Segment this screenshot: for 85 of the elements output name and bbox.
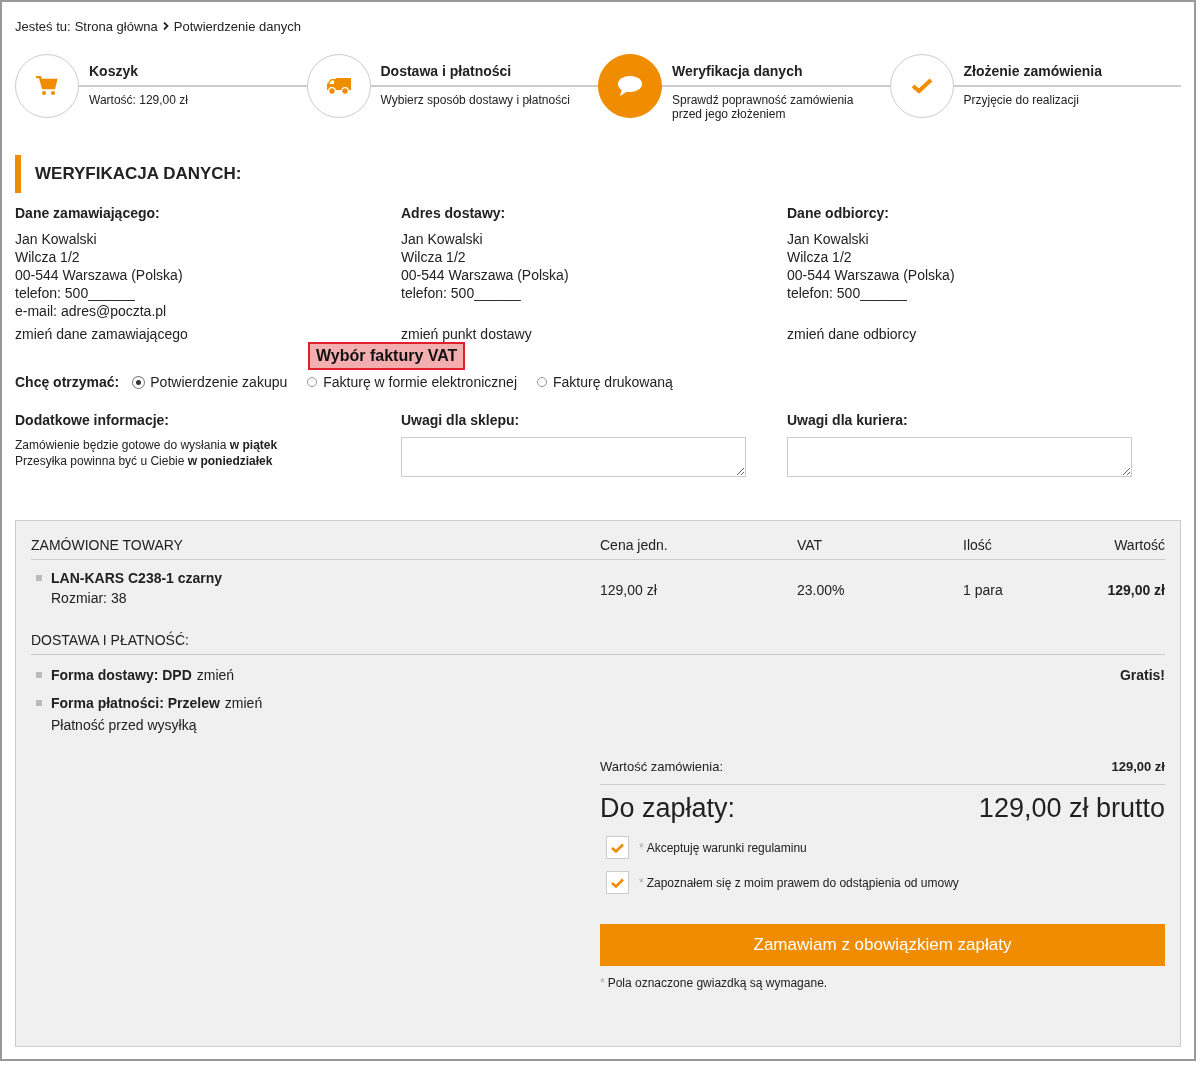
bullet-icon bbox=[36, 700, 42, 706]
total-label: Wartość zamówienia: bbox=[600, 759, 724, 774]
invoice-option[interactable]: Fakturę w formie elektronicznej bbox=[307, 374, 517, 390]
checkbox[interactable] bbox=[606, 871, 629, 894]
product-name: LAN-KARS C238-1 czarny bbox=[51, 570, 223, 586]
cart-icon bbox=[36, 76, 58, 96]
invoice-option[interactable]: Potwierdzenie zakupu bbox=[133, 374, 288, 390]
address-line: Jan Kowalski bbox=[15, 230, 98, 248]
delivery-option: Forma płatności: Przelew bbox=[51, 695, 220, 711]
breadcrumb-label: Jesteś tu: bbox=[15, 18, 71, 34]
due-amount: 129,00 zł brutto bbox=[978, 793, 1165, 824]
notes-heading: Uwagi dla sklepu: bbox=[401, 412, 521, 428]
step-subtitle: Przyjęcie do realizacji bbox=[963, 93, 1080, 107]
table-cell-text: 129,00 zł bbox=[600, 582, 658, 598]
annotation-label: Wybór faktury VAT bbox=[308, 342, 466, 370]
step-title: Dostawa i płatności bbox=[380, 63, 512, 79]
change-link[interactable]: zmień punkt dostawy bbox=[401, 326, 532, 342]
step-subtitle: Wartość: 129,00 zł bbox=[89, 93, 189, 107]
address-line: Wilcza 1/2 bbox=[15, 248, 81, 266]
checkbox[interactable] bbox=[606, 836, 629, 859]
consent-label: Akceptuję warunki regulaminu bbox=[646, 840, 807, 855]
table-cell-text: 23.00% bbox=[797, 582, 846, 598]
notes-field[interactable] bbox=[401, 437, 746, 477]
required-mark: * bbox=[600, 976, 605, 990]
section-title: WERYFIKACJA DANYCH: bbox=[15, 155, 1181, 193]
column-header: VAT bbox=[797, 537, 824, 553]
truck-icon bbox=[326, 77, 351, 95]
address-line: 00-544 Warszawa (Polska) bbox=[787, 266, 956, 284]
column-header: Wartość bbox=[1113, 537, 1165, 553]
check-icon bbox=[611, 842, 624, 853]
breadcrumb-link[interactable]: Potwierdzenie danych bbox=[173, 18, 301, 34]
step-subtitle: Sprawdź poprawność zamówienia przed jego złożeniem bbox=[672, 93, 855, 121]
address-line: Jan Kowalski bbox=[401, 230, 484, 248]
required-note: Pola oznaczone gwiazdką są wymagane. bbox=[607, 976, 828, 990]
info-text: Zamówienie będzie gotowe do wysłania w piątek bbox=[15, 437, 279, 453]
payment-detail: Płatność przed wysyłką bbox=[51, 717, 198, 733]
step-subtitle: Wybierz sposób dostawy i płatności bbox=[380, 93, 571, 107]
change-link[interactable]: zmień bbox=[196, 667, 235, 683]
info-heading: Dodatkowe informacje: bbox=[15, 412, 171, 428]
column-header: ZAMÓWIONE TOWARY bbox=[31, 537, 184, 553]
address-heading: Dane odbiorcy: bbox=[787, 205, 890, 221]
breadcrumb-link[interactable]: Strona główna bbox=[74, 18, 158, 34]
address-line: telefon: 500______ bbox=[15, 284, 136, 302]
required-mark: * bbox=[639, 875, 644, 890]
receive-label: Chcę otrzymać: bbox=[15, 374, 120, 390]
due-label: Do zapłaty: bbox=[600, 793, 736, 824]
address-line: telefon: 500______ bbox=[401, 284, 522, 302]
address-line: Jan Kowalski bbox=[787, 230, 870, 248]
step-title: Złożenie zamówienia bbox=[963, 63, 1102, 79]
check-icon bbox=[910, 78, 933, 94]
address-line: telefon: 500______ bbox=[787, 284, 908, 302]
delivery-option: Forma dostawy: DPD bbox=[51, 667, 192, 683]
invoice-option[interactable]: Fakturę drukowaną bbox=[537, 374, 673, 390]
address-heading: Dane zamawiającego: bbox=[15, 205, 161, 221]
notes-field[interactable] bbox=[787, 437, 1132, 477]
required-mark: * bbox=[639, 840, 644, 855]
change-link[interactable]: zmień dane odbiorcy bbox=[787, 326, 917, 342]
address-line: Wilcza 1/2 bbox=[787, 248, 853, 266]
radio-button[interactable] bbox=[307, 377, 318, 387]
column-header: Cena jedn. bbox=[600, 537, 669, 553]
change-link[interactable]: zmień bbox=[224, 695, 263, 711]
check-icon bbox=[611, 877, 624, 888]
bullet-icon bbox=[36, 672, 42, 678]
product-size: Rozmiar: 38 bbox=[51, 590, 128, 606]
address-line: 00-544 Warszawa (Polska) bbox=[15, 266, 184, 284]
table-cell-text: 129,00 zł bbox=[1106, 582, 1165, 598]
delivery-price: Gratis! bbox=[1119, 667, 1165, 683]
step-title: Weryfikacja danych bbox=[672, 63, 803, 79]
consent-label: Zapoznałem się z moim prawem do odstąpienia od umowy bbox=[646, 875, 959, 890]
speech-bubble-icon bbox=[617, 75, 643, 97]
change-link[interactable]: zmień dane zamawiającego bbox=[15, 326, 188, 342]
address-line: 00-544 Warszawa (Polska) bbox=[401, 266, 570, 284]
address-line: Wilcza 1/2 bbox=[401, 248, 467, 266]
notes-heading: Uwagi dla kuriera: bbox=[787, 412, 909, 428]
table-cell-text: 1 para bbox=[963, 582, 1004, 598]
bullet-icon bbox=[36, 575, 42, 581]
total-value: 129,00 zł bbox=[1111, 759, 1165, 774]
chevron-icon bbox=[162, 22, 169, 30]
info-text: Przesyłka powinna być u Ciebie w poniedziałek bbox=[15, 453, 274, 469]
address-heading: Adres dostawy: bbox=[401, 205, 507, 221]
address-line: e-mail: adres@poczta.pl bbox=[15, 302, 168, 320]
step-title: Koszyk bbox=[89, 63, 139, 79]
delivery-heading: DOSTAWA I PŁATNOŚĆ: bbox=[31, 632, 1165, 655]
column-header: Ilość bbox=[963, 537, 993, 553]
radio-button[interactable] bbox=[537, 377, 547, 387]
